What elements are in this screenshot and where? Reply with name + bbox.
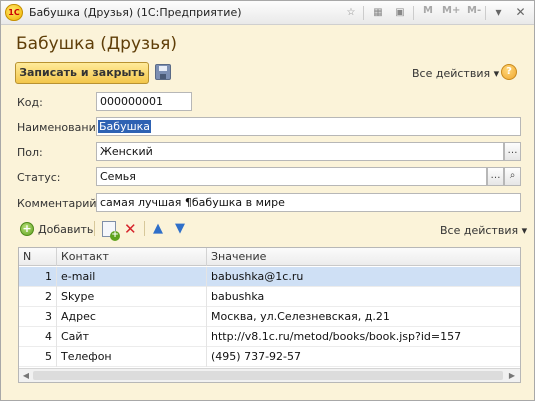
name-label: Наименование: [17,121,107,134]
row-number: 1 [19,267,57,287]
row-contact: Телефон [57,347,207,367]
status-field[interactable]: Семья [96,167,487,186]
move-down-icon[interactable]: ▼ [175,221,185,236]
favorites-icon[interactable]: ☆ [343,5,359,21]
all-actions-menu[interactable]: Все действия ▾ [412,67,499,80]
table-row[interactable]: 4 Сайт http://v8.1c.ru/metod/books/book.… [19,327,520,347]
contacts-table[interactable]: N Контакт Значение 1 e-mail babushka@1c.… [18,247,521,383]
move-up-icon[interactable]: ▲ [153,221,163,236]
table-row[interactable]: 1 e-mail babushka@1c.ru [19,267,520,287]
status-value: Семья [100,170,136,183]
column-header-value[interactable]: Значение [207,248,520,266]
app-logo-icon[interactable]: 1С [5,4,23,21]
scroll-right-icon[interactable]: ▶ [507,371,517,381]
calculator-icon[interactable]: ▦ [370,5,386,21]
memory-button-m-minus[interactable]: M- [467,5,481,16]
row-contact: e-mail [57,267,207,287]
status-select-button[interactable]: … [487,167,504,186]
row-value: Москва, ул.Селезневская, д.21 [211,310,390,323]
code-field[interactable]: 000000001 [96,92,192,111]
add-button[interactable]: Добавить [38,223,93,236]
save-icon[interactable] [155,64,171,80]
row-value: (495) 737-92-57 [211,350,302,363]
comment-label: Комментарий: [17,197,101,210]
add-icon[interactable]: + [20,222,34,236]
form-window: 1С Бабушка (Друзья) (1С:Предприятие) ☆ ▦… [0,0,535,401]
menu-icon[interactable]: ▾ [490,4,507,21]
comment-field[interactable]: самая лучшая ¶бабушка в мире [96,193,521,212]
table-row[interactable]: 3 Адрес Москва, ул.Селезневская, д.21 [19,307,520,327]
toolbar-divider [413,6,414,20]
calendar-icon[interactable]: ▣ [392,5,408,21]
code-value: 000000001 [100,95,163,108]
table-header: N Контакт Значение [19,248,520,266]
row-number: 4 [19,327,57,347]
name-value: Бабушка [98,120,152,133]
form-title: Бабушка (Друзья) [16,34,177,54]
memory-button-m-plus[interactable]: M+ [442,5,460,16]
toolbar-divider [363,6,364,20]
row-value: babushka [211,290,265,303]
scroll-left-icon[interactable]: ◀ [21,371,31,381]
gender-value: Женский [100,145,153,158]
row-number: 5 [19,347,57,367]
gender-label: Пол: [17,146,43,159]
comment-value: самая лучшая ¶бабушка в мире [100,196,285,209]
scrollbar-thumb[interactable] [33,371,503,380]
close-icon[interactable]: ✕ [512,4,529,21]
help-icon[interactable]: ? [501,64,517,80]
row-number: 2 [19,287,57,307]
column-header-n[interactable]: N [19,248,57,266]
row-number: 3 [19,307,57,327]
row-contact: Адрес [57,307,207,327]
table-all-actions-menu[interactable]: Все действия ▾ [440,224,527,237]
row-value: http://v8.1c.ru/metod/books/book.jsp?id=… [211,330,462,343]
row-contact: Skype [57,287,207,307]
memory-button-m[interactable]: M [423,5,433,16]
title-bar: 1С Бабушка (Друзья) (1С:Предприятие) ☆ ▦… [1,1,534,25]
gender-select-button[interactable]: … [504,142,521,161]
delete-icon[interactable]: ✕ [124,220,137,238]
status-label: Статус: [17,171,61,184]
gender-field[interactable]: Женский [96,142,504,161]
toolbar-divider [144,221,145,236]
row-value: babushka@1c.ru [211,270,304,283]
row-contact: Сайт [57,327,207,347]
search-icon[interactable]: ⌕ [504,167,521,186]
code-label: Код: [17,96,43,109]
toolbar-divider [94,221,95,236]
copy-icon[interactable] [102,221,120,241]
table-row[interactable]: 2 Skype babushka [19,287,520,307]
column-header-contact[interactable]: Контакт [57,248,207,266]
toolbar-divider [485,6,486,20]
horizontal-scrollbar[interactable]: ◀ ▶ [19,368,520,382]
name-field[interactable]: Бабушка [96,117,521,136]
table-row[interactable]: 5 Телефон (495) 737-92-57 [19,347,520,367]
window-title: Бабушка (Друзья) (1С:Предприятие) [29,6,242,19]
save-and-close-button[interactable]: Записать и закрыть [15,62,149,84]
